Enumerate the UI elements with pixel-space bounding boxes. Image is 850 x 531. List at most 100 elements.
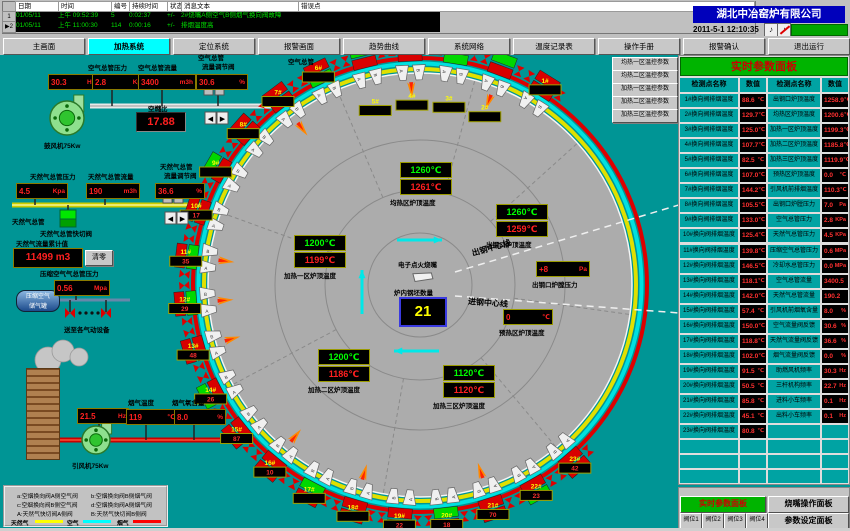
zone-param-button-0[interactable]: 均热一区温控参数 (612, 57, 678, 71)
alarm-sound-icon[interactable]: ♪ (764, 23, 778, 37)
valve-position-button-2[interactable]: 阀位2 (702, 513, 724, 529)
svg-text:3#: 3# (445, 95, 453, 102)
panel-point-value: 110.3℃ (822, 184, 848, 197)
svg-text:A: A (204, 266, 208, 271)
panel-point-value: 22.7Hz (822, 380, 848, 393)
chimney (26, 368, 60, 460)
panel-point-name: 空气总管流量 (768, 275, 820, 288)
panel-point-value: 1119.9℃ (822, 154, 848, 167)
panel-point-name: 20#换向阀排烟温度 (680, 380, 738, 393)
svg-text:14#: 14# (205, 387, 216, 394)
panel-col-header: 检测点名称 (768, 78, 820, 92)
panel-point-name: 出钢口炉膛压力 (768, 199, 820, 212)
panel-point-value: 85.8℃ (740, 395, 766, 408)
instrument-label: 天然气总管流量 (88, 171, 134, 181)
panel-point-name: 3#换向阀排烟温度 (680, 124, 738, 137)
menu-button-6[interactable]: 温度记录表 (513, 38, 595, 55)
valve-position-button-3[interactable]: 阀位3 (724, 513, 746, 529)
zone-label: 均热区炉顶温度 (390, 197, 436, 207)
menu-button-0[interactable]: 主画面 (3, 38, 85, 55)
zone-param-button-1[interactable]: 均热二区温控参数 (612, 70, 678, 84)
panel-point-name: 出料小车频率 (768, 410, 820, 423)
panel-point-value: 4.5KPa (822, 229, 848, 242)
panel-point-name: 17#换向阀排烟温度 (680, 335, 738, 348)
panel-point-name: 进料小车频率 (768, 395, 820, 408)
panel-point-name: 天然气流量阀反馈 (768, 335, 820, 348)
instrument-value: 3400m3h (138, 74, 196, 90)
svg-text:B: B (206, 249, 210, 254)
svg-text:16#: 16# (264, 460, 275, 467)
svg-text:A: A (451, 495, 456, 499)
panel-point-value: 8.0% (822, 305, 848, 318)
panel-point-value: 1185.8℃ (822, 139, 848, 152)
zone-label: 出钢口炉膛压力 (532, 279, 578, 289)
menu-button-4[interactable]: 趋势曲线 (343, 38, 425, 55)
valve-position-button-1[interactable]: 阀位1 (680, 513, 702, 529)
panel-point-name: 引风机前排烟温度 (768, 184, 820, 197)
legend-media-name: 空气 (67, 518, 79, 527)
panel-point-name: 13#换向阀排烟温度 (680, 275, 738, 288)
instrument-value: 21.5Hz (77, 408, 129, 424)
alarm-field: +/- (167, 11, 175, 21)
instrument-label: 压缩空气气总管压力 (40, 268, 99, 278)
clear-totalizer-button[interactable]: 清零 (85, 250, 113, 266)
menu-button-7[interactable]: 操作手册 (598, 38, 680, 55)
alarm-mute-icon[interactable]: ♪ (777, 23, 791, 37)
panel-point-value: 1200.6℃ (822, 109, 848, 122)
svg-text:17#: 17# (304, 486, 315, 493)
burner-ops-panel-button[interactable]: 烧嘴操作面板 (768, 496, 849, 513)
menu-button-5[interactable]: 系统网络 (428, 38, 510, 55)
panel-point-name: 空气流量阀反馈 (768, 320, 820, 333)
zone-temperature: 1186℃ (318, 366, 370, 382)
panel-point-name: 5#换向阀排烟温度 (680, 154, 738, 167)
panel-point-name: 1#换向阀排烟温度 (680, 94, 738, 107)
zone-label: 加热一区炉顶温度 (284, 270, 336, 280)
unit: m3h (180, 79, 193, 86)
datetime: 2011-5-1 12:10:35 (693, 25, 763, 35)
svg-text:13#: 13# (188, 343, 199, 350)
panel-point-value: 142.0℃ (740, 290, 766, 303)
panel-point-name: 预热区炉顶温度 (768, 169, 820, 182)
valve-adjust-button[interactable]: ◀ (205, 112, 216, 124)
alarm-field: 上午 09:52:39 (58, 11, 98, 21)
panel-point-name: 助燃风机频率 (768, 365, 820, 378)
panel-col-header: 数值 (822, 78, 848, 92)
panel-point-name: 天然气总管压力 (768, 229, 820, 242)
legend-media-color (35, 520, 63, 523)
panel-point-value: 45.1℃ (740, 410, 766, 423)
panel-point-value: 125.0℃ (740, 124, 766, 137)
value: 8.0 (177, 413, 188, 422)
svg-text:4#: 4# (408, 93, 416, 100)
alarm-field: 排烟温度高 (181, 21, 214, 31)
settings-panel-button[interactable]: 参数设定面板 (768, 513, 849, 529)
alarm-row[interactable]: 01/05/11上午 11:00:301140:00:16+/-排烟温度高 (15, 21, 751, 31)
zone-param-button-2[interactable]: 加热一区温控参数 (612, 83, 678, 97)
instrument-value: 0.56Mpa (54, 280, 110, 296)
menu-button-1[interactable]: 加热系统 (88, 38, 170, 55)
menu-button-3[interactable]: 报警画面 (258, 38, 340, 55)
panel-point-name: 8#换向阀排烟温度 (680, 199, 738, 212)
zone-param-button-3[interactable]: 加热二区温控参数 (612, 96, 678, 110)
zone-single-value: +8Pa (536, 261, 590, 277)
menu-button-9[interactable]: 退出运行 (768, 38, 850, 55)
panel-point-value: 36.6% (822, 335, 848, 348)
panel-point-name: 22#换向阀排烟温度 (680, 410, 738, 423)
gas-quick-cut-valve[interactable] (60, 210, 76, 227)
valve-adjust-button[interactable]: ▶ (217, 112, 228, 124)
alarm-row[interactable]: 01/05/11上午 09:52:3950:02:37+/-2#烧嘴A侧空气B侧… (15, 11, 751, 21)
svg-text:11#: 11# (181, 249, 192, 256)
realtime-panel-button[interactable]: 实时参数面板 (680, 496, 766, 513)
svg-text:17: 17 (193, 213, 201, 220)
valve-position-button-4[interactable]: 阀位4 (746, 513, 768, 529)
gas-quick-valve-label: 天然气总管快切阀 (40, 228, 92, 238)
instrument-value: 190m3h (86, 183, 140, 199)
svg-text:70: 70 (489, 512, 497, 519)
unit: % (239, 79, 245, 86)
zone-label: 加热三区炉顶温度 (433, 400, 485, 410)
zone-param-button-4[interactable]: 加热三区温控参数 (612, 109, 678, 123)
menu-button-8[interactable]: 报警确认 (683, 38, 765, 55)
valve-adjust-button[interactable]: ◀ (165, 212, 176, 224)
valve-adjust-button[interactable]: ▶ (177, 212, 188, 224)
company-banner: 湖北中冶窑炉有限公司 (693, 6, 845, 23)
panel-point-value: 105.5℃ (740, 199, 766, 212)
